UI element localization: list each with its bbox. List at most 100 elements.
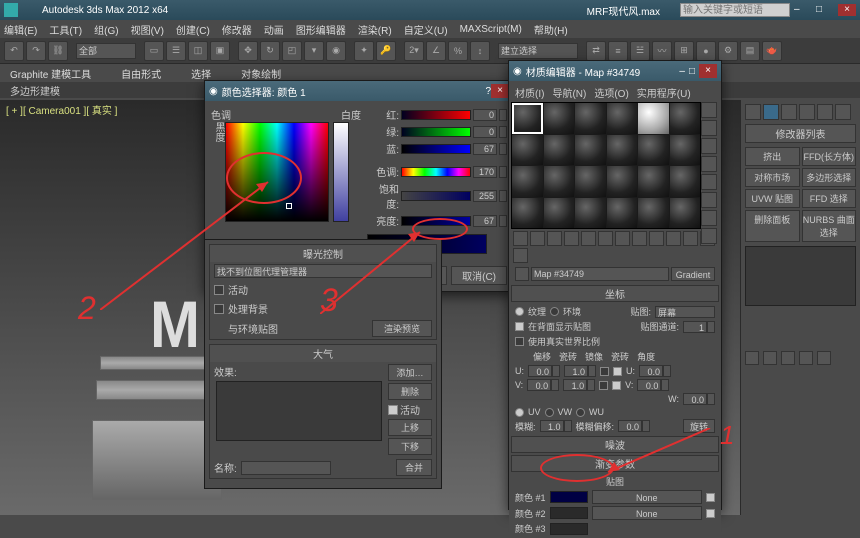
material-slot[interactable]	[638, 135, 669, 166]
v-tile[interactable]: 1.0	[563, 379, 587, 391]
me-put-icon[interactable]	[530, 231, 545, 246]
effect-name-input[interactable]	[241, 461, 331, 475]
select-region-icon[interactable]: ◫	[188, 41, 208, 61]
ribbon-tab-freeform[interactable]: 自由形式	[121, 66, 161, 81]
real-world-chk[interactable]	[515, 337, 524, 346]
me-menu-material[interactable]: 材质(I)	[515, 85, 544, 100]
me-background-icon[interactable]	[701, 138, 717, 154]
maximize-icon[interactable]: □	[816, 4, 834, 16]
texture-radio[interactable]	[515, 307, 524, 316]
uv-radio[interactable]	[515, 408, 524, 417]
mod-symmetry[interactable]: 对称市场	[745, 168, 800, 187]
spinner-snap-icon[interactable]: ↕	[470, 41, 490, 61]
color1-map-button[interactable]: None	[592, 490, 702, 504]
me-putlib-icon[interactable]	[615, 231, 630, 246]
curve-editor-icon[interactable]: 〰	[652, 41, 672, 61]
r-spinner[interactable]	[499, 109, 507, 121]
color2-map-button[interactable]: None	[592, 506, 702, 520]
s-value[interactable]: 255	[473, 190, 497, 202]
layers-icon[interactable]: ☱	[630, 41, 650, 61]
color3-swatch[interactable]	[550, 523, 588, 535]
material-slot[interactable]	[638, 198, 669, 229]
h-slider[interactable]	[401, 167, 471, 177]
material-slot[interactable]	[670, 135, 701, 166]
v-tile-chk[interactable]	[612, 381, 621, 390]
move-icon[interactable]: ✥	[238, 41, 258, 61]
subribbon-label[interactable]: 多边形建模	[10, 83, 60, 98]
u-angle[interactable]: 0.0	[639, 365, 663, 377]
me-sample-type-icon[interactable]	[701, 102, 717, 118]
u-angle-spin[interactable]	[663, 365, 671, 377]
menu-maxscript[interactable]: MAXScript(M)	[460, 24, 522, 35]
keymode-icon[interactable]: 🔑	[376, 41, 396, 61]
align-icon[interactable]: ≡	[608, 41, 628, 61]
mod-delete-mesh[interactable]: 删除面板	[745, 210, 800, 242]
r-slider[interactable]	[401, 110, 471, 120]
me-pick-icon[interactable]	[515, 267, 529, 281]
mod-uvw[interactable]: UVW 贴图	[745, 189, 800, 208]
material-slot[interactable]	[670, 103, 701, 134]
env-radio[interactable]	[550, 307, 559, 316]
close-icon[interactable]: ×	[838, 4, 856, 16]
panel-tab-hierarchy-icon[interactable]	[781, 104, 797, 120]
me-select-icon[interactable]	[701, 228, 717, 244]
menu-render[interactable]: 渲染(R)	[358, 22, 392, 37]
me-reset-icon[interactable]	[564, 231, 579, 246]
material-slot[interactable]	[638, 103, 669, 134]
menu-help[interactable]: 帮助(H)	[534, 22, 568, 37]
w-angle-spin[interactable]	[707, 393, 715, 405]
color2-swatch[interactable]	[550, 507, 588, 519]
v-angle[interactable]: 0.0	[637, 379, 661, 391]
manip-icon[interactable]: ✦	[354, 41, 374, 61]
me-unique-icon[interactable]	[598, 231, 613, 246]
map-channel-spinner[interactable]	[707, 321, 715, 333]
wu-radio[interactable]	[576, 408, 585, 417]
blur-spin[interactable]	[564, 420, 572, 432]
me-showall-icon[interactable]	[666, 231, 681, 246]
menu-view[interactable]: 视图(V)	[131, 22, 164, 37]
me-get-icon[interactable]	[513, 231, 528, 246]
refsys-icon[interactable]: ▾	[304, 41, 324, 61]
u-mirror-chk[interactable]	[600, 367, 609, 376]
help-search-input[interactable]	[680, 3, 790, 17]
g-value[interactable]: 0	[473, 126, 497, 138]
material-type-button[interactable]: Gradient	[671, 267, 715, 281]
material-slot[interactable]	[512, 135, 543, 166]
color-picker-close-icon[interactable]: ×	[491, 84, 509, 98]
me-menu-nav[interactable]: 导航(N)	[552, 85, 586, 100]
cancel-button[interactable]: 取消(C)	[451, 266, 507, 285]
me-backlight-icon[interactable]	[701, 120, 717, 136]
vw-radio[interactable]	[545, 408, 554, 417]
map-channel-value[interactable]: 1	[683, 321, 707, 333]
material-editor-icon[interactable]: ●	[696, 41, 716, 61]
window-crossing-icon[interactable]: ▣	[210, 41, 230, 61]
me-options-icon[interactable]	[701, 210, 717, 226]
material-slot[interactable]	[544, 135, 575, 166]
material-slot[interactable]	[638, 166, 669, 197]
menu-group[interactable]: 组(G)	[94, 22, 118, 37]
material-slot[interactable]	[607, 103, 638, 134]
b-spinner[interactable]	[499, 143, 507, 155]
mod-nurbs[interactable]: NURBS 曲面选择	[802, 210, 857, 242]
stack-pin-icon[interactable]	[745, 351, 759, 365]
me-gosibling-icon[interactable]	[513, 248, 528, 263]
b-value[interactable]: 67	[473, 143, 497, 155]
effects-list[interactable]	[216, 381, 382, 441]
me-close-icon[interactable]: ×	[699, 64, 717, 78]
mod-ffd-box[interactable]: FFD(长方体)	[802, 147, 857, 166]
material-slot[interactable]	[512, 103, 543, 134]
render-icon[interactable]: 🫖	[762, 41, 782, 61]
stack-config-icon[interactable]	[817, 351, 831, 365]
stack-unique-icon[interactable]	[781, 351, 795, 365]
angle-snap-icon[interactable]: ∠	[426, 41, 446, 61]
show-back-chk[interactable]	[515, 322, 524, 331]
menu-edit[interactable]: 编辑(E)	[4, 22, 37, 37]
material-slot[interactable]	[607, 198, 638, 229]
color2-map-chk[interactable]	[706, 509, 715, 518]
stack-show-icon[interactable]	[763, 351, 777, 365]
u-offset-spin[interactable]	[552, 365, 560, 377]
link-icon[interactable]: ⛓	[48, 41, 68, 61]
h-value[interactable]: 170	[473, 166, 497, 178]
material-slot[interactable]	[670, 166, 701, 197]
u-offset[interactable]: 0.0	[528, 365, 552, 377]
